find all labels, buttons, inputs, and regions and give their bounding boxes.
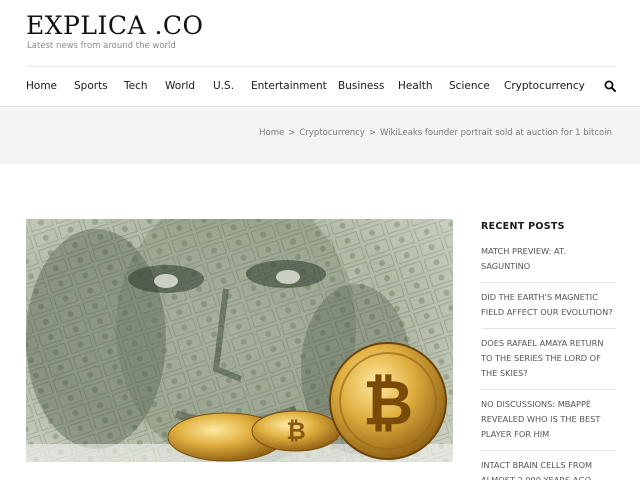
- site-tagline: Latest news from around the world: [27, 41, 176, 51]
- breadcrumb-home[interactable]: Home: [259, 128, 284, 138]
- recent-post-item[interactable]: DID THE EARTH'S MAGNETIC FIELD AFFECT OU…: [481, 290, 616, 329]
- sidebar-title: RECENT POSTS: [481, 221, 565, 232]
- recent-post-item[interactable]: INTACT BRAIN CELLS FROM ALMOST 2,000 YEA…: [481, 458, 616, 480]
- breadcrumb-category[interactable]: Cryptocurrency: [299, 128, 364, 138]
- main-nav: Home Sports Tech World U.S. Entertainmen…: [0, 67, 640, 107]
- site-header: EXPLICA .CO Latest news from around the …: [0, 0, 640, 66]
- breadcrumb: Home > Cryptocurrency > WikiLeaks founder po…: [259, 128, 612, 138]
- search-icon[interactable]: [604, 80, 616, 92]
- recent-post-item[interactable]: NO DISCUSSIONS: MBAPPÉ REVEALED WHO IS T…: [481, 397, 616, 451]
- nav-item-cryptocurrency[interactable]: Cryptocurrency: [504, 80, 585, 92]
- breadcrumb-separator: >: [288, 128, 296, 138]
- nav-item-home[interactable]: Home: [26, 80, 57, 92]
- nav-item-entertainment[interactable]: Entertainment: [251, 80, 327, 92]
- site-logo[interactable]: EXPLICA .CO: [26, 11, 204, 40]
- sidebar-recent-posts: RECENT POSTS MATCH PREVIEW: AT. SAGUNTIN…: [481, 219, 616, 480]
- breadcrumb-separator: >: [368, 128, 376, 138]
- recent-post-item[interactable]: MATCH PREVIEW: AT. SAGUNTINO: [481, 244, 616, 283]
- recent-post-item[interactable]: DOES RAFAEL AMAYA RETURN TO THE SERIES T…: [481, 336, 616, 390]
- nav-item-us[interactable]: U.S.: [213, 80, 234, 92]
- money-portrait-bitcoin-image: ₿ ₿: [26, 219, 453, 462]
- nav-item-science[interactable]: Science: [449, 80, 490, 92]
- breadcrumb-current: WikiLeaks founder portrait sold at aucti…: [379, 128, 612, 138]
- nav-item-health[interactable]: Health: [398, 80, 432, 92]
- featured-image: ₿ ₿: [26, 219, 453, 462]
- nav-item-sports[interactable]: Sports: [74, 80, 108, 92]
- breadcrumb-band: Home > Cryptocurrency > WikiLeaks founder po…: [0, 108, 640, 164]
- svg-text:₿: ₿: [286, 417, 306, 445]
- nav-item-business[interactable]: Business: [338, 80, 384, 92]
- nav-item-world[interactable]: World: [165, 80, 195, 92]
- svg-text:₿: ₿: [363, 366, 414, 439]
- nav-item-tech[interactable]: Tech: [124, 80, 148, 92]
